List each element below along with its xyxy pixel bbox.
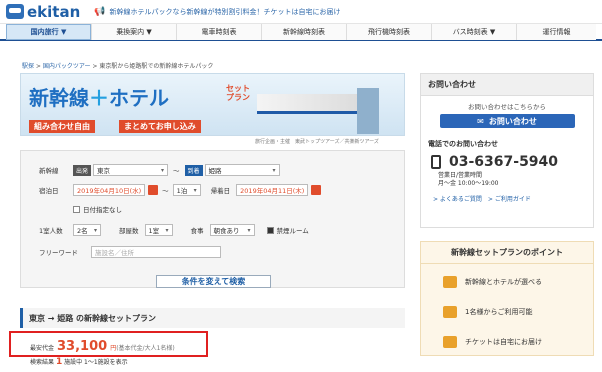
mail-icon: ✉ [477, 116, 484, 126]
hits-count: 1 [55, 357, 63, 367]
freeword-label: フリーワード [39, 249, 78, 257]
nav-transfer[interactable]: 乗換案内 ▼ [91, 24, 176, 40]
route-label: 新幹線 [39, 167, 59, 175]
date-undecided-label: 日付指定なし [83, 206, 122, 214]
ekitan-logo[interactable]: ekitan [6, 3, 80, 21]
arrival-select[interactable]: 姫路 [204, 164, 280, 176]
date-undecided-checkbox[interactable] [73, 205, 80, 213]
breadcrumb-tours[interactable]: 国内パックツアー [43, 63, 91, 70]
point-badge-icon [443, 276, 457, 288]
meal-label: 食事 [190, 227, 204, 235]
search-form: 新幹線 出発 東京 〜 到着 姫路 宿泊日 2019年04月10日(水) 〜 1… [20, 150, 405, 288]
nav-shinkansen-timetable[interactable]: 新幹線時刻表 [261, 24, 346, 40]
point-item: 1名様からご利用可能 [421, 302, 593, 322]
breadcrumb: 駅探 > 国内パックツアー > 東京駅から姫路駅での新幹線ホテルパック [22, 63, 214, 70]
points-panel: 新幹線セットプランのポイント 新幹線とホテルが選べる 1名様からご利用可能 チケ… [420, 241, 594, 356]
point-item: 新幹線とホテルが選べる [421, 272, 593, 292]
tel-number[interactable]: 03-6367-5940 [421, 154, 593, 170]
departure-select[interactable]: 東京 [93, 164, 169, 176]
checkin-date-field[interactable]: 2019年04月10日(水) [73, 184, 146, 196]
banner-title: 新幹線＋ホテル [29, 82, 169, 111]
promo-banner[interactable]: 📢 新幹線ホテルパックなら新幹線が特別割引料金！チケットは自宅にお届け [94, 7, 340, 17]
checkin-label: 宿泊日 [39, 187, 59, 195]
point-item: チケットは自宅にお届け [421, 332, 593, 352]
business-hours: 営業日/営業時間 月～金 10:00～19:00 [421, 170, 593, 190]
banner-setplan-2: プラン [226, 93, 250, 102]
search-hits: 検索結果 1 施設中 1〜1施設を表示 [30, 357, 128, 367]
hours-label: 営業日/営業時間 [438, 172, 483, 179]
logo-text: ekitan [27, 2, 81, 21]
nav-service-info[interactable]: 運行情報 [516, 24, 596, 40]
banner-tag-bundle: まとめてお申し込み [119, 120, 201, 133]
banner-tag-free-combo: 組み合わせ自由 [29, 120, 95, 133]
point-badge-icon [443, 306, 457, 318]
hotel-building-icon [357, 88, 379, 134]
hero-banner: 新幹線＋ホテル セット プラン 組み合わせ自由 まとめてお申し込み [20, 73, 405, 136]
points-title: 新幹線セットプランのポイント [421, 242, 593, 264]
rooms-select[interactable]: 1室 [144, 224, 173, 236]
dates-tilde: 〜 [162, 187, 169, 195]
price-note: (基本代金/大人1名様) [116, 345, 175, 352]
top-bar: ekitan 📢 新幹線ホテルパックなら新幹線が特別割引料金！チケットは自宅にお… [0, 0, 602, 24]
guests-select[interactable]: 2名 [73, 224, 101, 236]
point-text: 新幹線とホテルが選べる [465, 278, 542, 286]
departure-tag: 出発 [73, 164, 92, 176]
hits-label: 検索結果 [30, 359, 55, 366]
date-undecided-row[interactable]: 日付指定なし [73, 204, 122, 214]
banner-title-shinkansen: 新幹線 [29, 86, 89, 110]
banner-title-hotel: ホテル [109, 86, 169, 110]
sponsor-text: 旅行企画・主催 東武トップツアーズ／共楽新ツアーズ [255, 139, 379, 145]
route-tilde: 〜 [173, 167, 180, 175]
arrival-tag: 到着 [184, 164, 203, 176]
phone-icon [431, 155, 441, 169]
rooms-label: 部屋数 [119, 227, 139, 235]
point-text: 1名様からご利用可能 [465, 308, 533, 316]
point-badge-icon [443, 336, 457, 348]
nonsmoking-label: 禁煙ルーム [276, 227, 309, 235]
banner-plus: ＋ [89, 86, 109, 110]
point-text: チケットは自宅にお届け [465, 338, 542, 346]
hours-value: 月～金 10:00～19:00 [438, 180, 499, 187]
nav-train-timetable[interactable]: 電車時刻表 [176, 24, 261, 40]
result-heading: 東京 → 姫路 の新幹線セットプラン [20, 308, 405, 328]
freeword-input[interactable]: 施設名／住所 [91, 246, 221, 258]
contact-panel: お問い合わせ お問い合わせはこちらから ✉ お問い合わせ 電話でのお問い合わせ … [420, 73, 594, 228]
promo-text: 新幹線ホテルパックなら新幹線が特別割引料金！チケットは自宅にお届け [109, 7, 341, 16]
price-amount: 33,100 [57, 339, 108, 354]
banner-setplan: セット プラン [226, 84, 250, 102]
breadcrumb-home[interactable]: 駅探 [22, 63, 34, 70]
price-label: 最安代金 [30, 345, 55, 352]
re-search-button[interactable]: 条件を変えて検索 [156, 275, 271, 288]
train-logo-icon [6, 4, 24, 19]
hits-text: 施設中 1〜1施設を表示 [64, 359, 128, 366]
nights-select[interactable]: 1泊 [172, 184, 201, 196]
contact-title: お問い合わせ [421, 74, 593, 96]
return-label: 帰着日 [210, 187, 231, 195]
breadcrumb-current: 東京駅から姫路駅での新幹線ホテルパック [99, 63, 214, 70]
guests-label: 1室人数 [39, 227, 63, 235]
global-nav: 国内旅行 ▼ 乗換案内 ▼ 電車時刻表 新幹線時刻表 飛行機時刻表 バス時刻表 … [0, 24, 602, 41]
return-date-field[interactable]: 2019年04月11日(木) [236, 184, 309, 196]
nav-flight-timetable[interactable]: 飛行機時刻表 [346, 24, 431, 40]
meal-select[interactable]: 朝食あり [209, 224, 255, 236]
contact-button-label: お問い合わせ [488, 116, 537, 126]
banner-setplan-1: セット [226, 84, 250, 93]
dates-row: 宿泊日 2019年04月10日(水) 〜 1泊 帰着日 2019年04月11日(… [39, 184, 322, 196]
tel-heading: 電話でのお問い合わせ [428, 140, 498, 148]
calendar-icon[interactable] [148, 185, 159, 195]
help-links[interactable]: > よくあるご質問 > ご利用ガイド [421, 190, 593, 207]
freeword-row: フリーワード 施設名／住所 [39, 246, 221, 258]
nav-domestic-travel[interactable]: 国内旅行 ▼ [6, 24, 91, 40]
route-row: 新幹線 出発 東京 〜 到着 姫路 [39, 164, 280, 176]
calendar-icon[interactable] [311, 185, 322, 195]
contact-button[interactable]: ✉ お問い合わせ [439, 114, 575, 128]
nonsmoking-checkbox[interactable] [266, 226, 274, 234]
tel-value: 03-6367-5940 [449, 154, 559, 170]
lowest-price: 最安代金 33,100 円 (基本代金/大人1名様) [30, 339, 175, 354]
megaphone-icon: 📢 [94, 6, 106, 17]
guests-row: 1室人数 2名 部屋数 1室 食事 朝食あり 禁煙ルーム [39, 224, 309, 236]
contact-small: お問い合わせはこちらから [468, 103, 546, 111]
nav-bus-timetable[interactable]: バス時刻表 ▼ [431, 24, 516, 40]
